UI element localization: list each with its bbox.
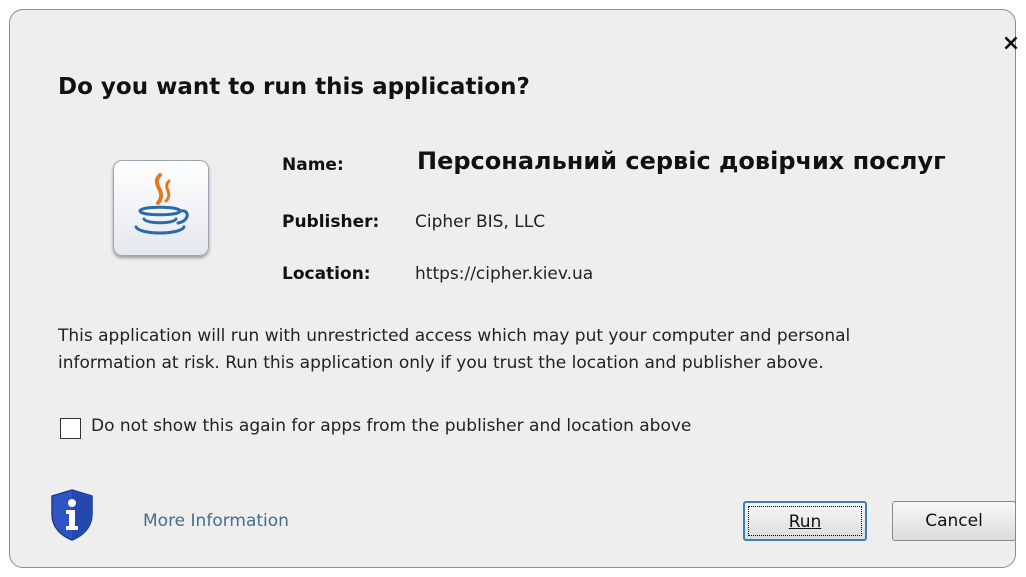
more-information-link[interactable]: More Information	[143, 511, 289, 531]
dialog-title: Do you want to run this application?	[58, 74, 530, 100]
run-button-label: Run	[788, 512, 822, 532]
info-shield-icon	[51, 489, 93, 541]
publisher-label: Publisher:	[282, 212, 380, 232]
cancel-button-label: Cancel	[925, 511, 983, 531]
close-icon[interactable]: ×	[1000, 33, 1022, 55]
location-label: Location:	[282, 264, 371, 284]
warning-line: information at risk. Run this applicatio…	[58, 353, 824, 373]
warning-line: This application will run with unrestric…	[58, 326, 851, 346]
do-not-show-label[interactable]: Do not show this again for apps from the…	[91, 416, 691, 436]
security-dialog: × Do you want to run this application? N…	[9, 9, 1020, 568]
warning-text: This application will run with unrestric…	[58, 323, 988, 377]
name-label: Name:	[282, 155, 344, 175]
cancel-button[interactable]: Cancel	[892, 501, 1016, 541]
name-value: Персональний сервіс довірчих послуг	[417, 147, 946, 175]
location-value: https://cipher.kiev.ua	[415, 264, 594, 284]
java-icon	[113, 160, 209, 256]
do-not-show-checkbox[interactable]	[60, 418, 81, 439]
run-button[interactable]: Run	[743, 501, 867, 541]
publisher-value: Cipher BIS, LLC	[415, 212, 546, 232]
